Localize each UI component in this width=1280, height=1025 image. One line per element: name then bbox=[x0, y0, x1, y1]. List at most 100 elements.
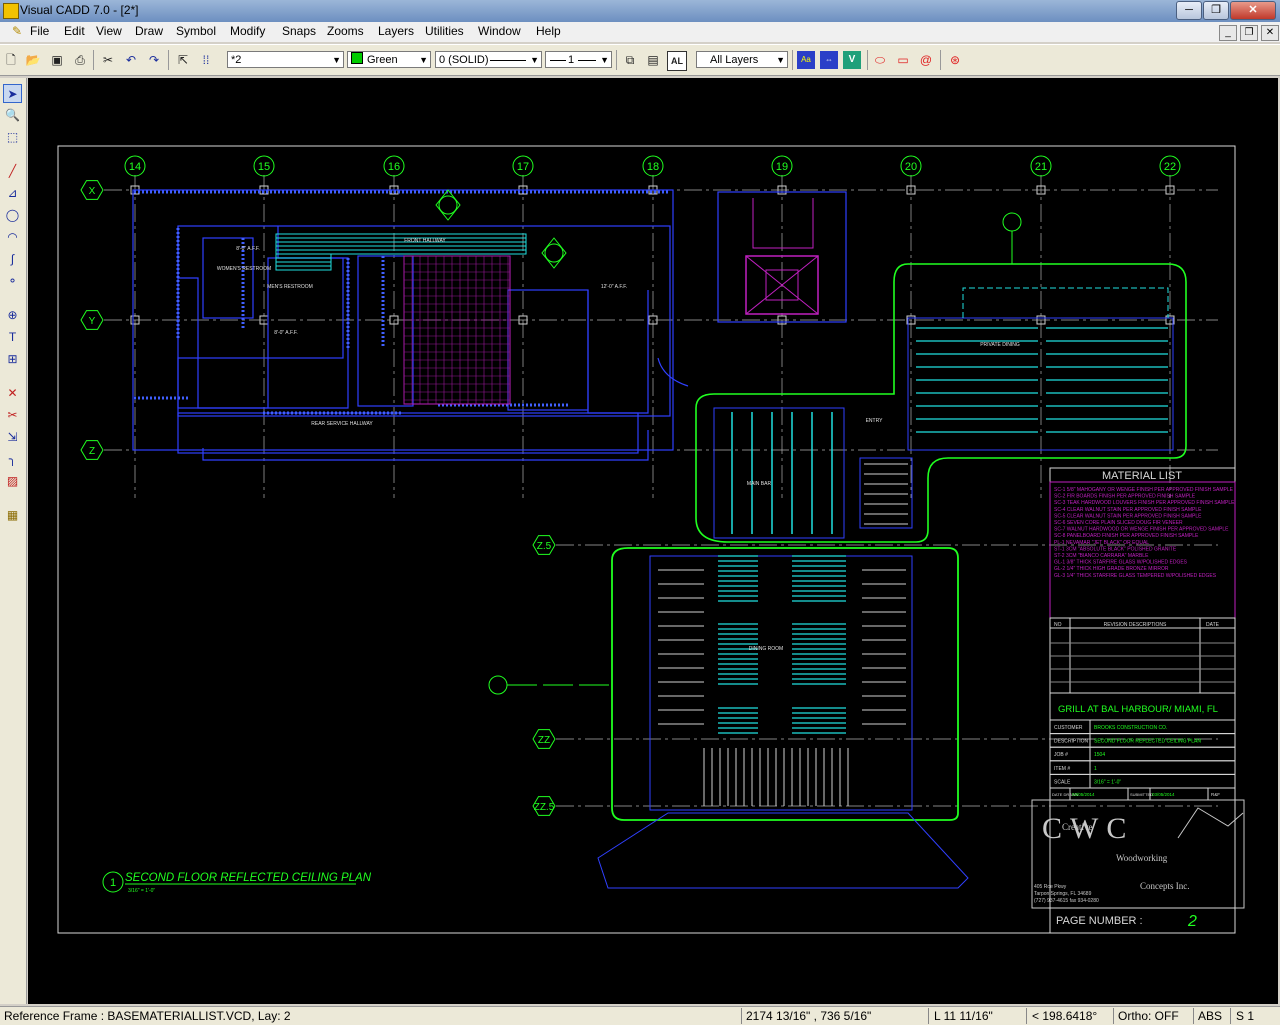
select-icon[interactable]: ⇱ bbox=[174, 51, 192, 69]
multi-line-icon[interactable]: ⊿ bbox=[3, 184, 22, 203]
grid-col-label: 15 bbox=[258, 161, 270, 173]
color-select[interactable]: Green ▼ bbox=[347, 51, 431, 68]
grid-row-label: ZZ bbox=[538, 735, 550, 746]
title-block-value: 1504 bbox=[1094, 752, 1105, 758]
date-drawn: 03/05/2014 bbox=[1072, 792, 1095, 797]
all-layers-icon[interactable]: AL bbox=[667, 51, 687, 71]
hatch-icon[interactable]: ▨ bbox=[3, 472, 22, 491]
zoom-window-icon[interactable]: ⬚ bbox=[3, 128, 22, 147]
grid-col-label: 17 bbox=[517, 161, 529, 173]
menu-zooms[interactable]: Zooms bbox=[325, 24, 366, 38]
text-style-icon[interactable]: Aa bbox=[797, 51, 815, 69]
verify-icon[interactable]: V bbox=[843, 51, 861, 69]
menu-edit[interactable]: Edit bbox=[62, 24, 87, 38]
section-markers bbox=[435, 189, 1022, 695]
dimension-style-icon[interactable]: ⇔ bbox=[820, 51, 838, 69]
line-type-select[interactable]: 0 (SOLID) ▼ bbox=[435, 51, 542, 68]
app-icon[interactable] bbox=[3, 3, 19, 19]
pointer-icon[interactable]: ➤ bbox=[3, 84, 22, 103]
menu-symbol[interactable]: Symbol bbox=[174, 24, 218, 38]
title-block-value: BROOKS CONSTRUCTION CO. bbox=[1094, 725, 1167, 731]
material-list-item: SC-8 PANELBOARD FINISH PER APPROVED FINI… bbox=[1054, 533, 1199, 539]
circle-icon[interactable]: ⬭ bbox=[871, 51, 889, 69]
ceiling-height-note: 12'-0" A.F.F. bbox=[601, 284, 627, 290]
menu-view[interactable]: View bbox=[94, 24, 124, 38]
text-icon[interactable]: T bbox=[3, 328, 22, 347]
abs-toggle[interactable]: ABS bbox=[1198, 1009, 1222, 1023]
open-folder-icon[interactable]: 📂 bbox=[24, 51, 42, 69]
new-file-icon[interactable]: 🗋 bbox=[2, 51, 20, 69]
fillet-icon[interactable]: ╮ bbox=[3, 450, 22, 469]
chevron-down-icon: ▼ bbox=[776, 55, 785, 65]
properties-icon[interactable]: ▦ bbox=[3, 506, 22, 525]
zoom-icon[interactable]: 🔍 bbox=[3, 106, 22, 125]
room-label-main-bar: MAIN BAR bbox=[747, 481, 772, 487]
mdi-restore-button[interactable]: ❐ bbox=[1240, 25, 1258, 41]
cut-icon[interactable]: ✂ bbox=[99, 51, 117, 69]
grid-row-label: ZZ.5 bbox=[534, 802, 555, 813]
grid-col-label: 14 bbox=[129, 161, 141, 173]
revisions-col-no: NO bbox=[1054, 622, 1062, 628]
menu-draw[interactable]: Draw bbox=[133, 24, 165, 38]
menu-snaps[interactable]: Snaps bbox=[280, 24, 318, 38]
move-icon[interactable]: ⇲ bbox=[3, 428, 22, 447]
material-list-item: ST-1 3CM "ABSOLUTE BLACK" POLISHED GRANI… bbox=[1054, 546, 1177, 552]
layers-filter-select[interactable]: All Layers ▼ bbox=[696, 51, 788, 68]
arc-icon[interactable]: ◠ bbox=[3, 228, 22, 247]
material-list-heading: MATERIAL LIST bbox=[1102, 470, 1182, 482]
status-bar: Reference Frame : BASEMATERIALLIST.VCD, … bbox=[0, 1006, 1280, 1025]
rectangle-icon[interactable]: ▭ bbox=[894, 51, 912, 69]
grid-row-label: Z bbox=[89, 446, 95, 457]
mdi-minimize-button[interactable]: _ bbox=[1219, 25, 1237, 41]
room-label-entry: ENTRY bbox=[866, 418, 884, 424]
menu-utilities[interactable]: Utilities bbox=[423, 24, 466, 38]
snap-status[interactable]: S 1 bbox=[1236, 1009, 1254, 1023]
print-icon[interactable]: ⎙ bbox=[71, 51, 89, 69]
curve-icon[interactable]: ∫ bbox=[3, 250, 22, 269]
mdi-close-button[interactable]: ✕ bbox=[1261, 25, 1279, 41]
room-label-private-dining: PRIVATE DINING bbox=[980, 342, 1020, 348]
dimension-icon[interactable]: ⊞ bbox=[3, 350, 22, 369]
spiral-icon[interactable]: @ bbox=[917, 51, 935, 69]
menu-window[interactable]: Window bbox=[476, 24, 523, 38]
title-block: MATERIAL LIST SC-1 5/8" MAHOGANY OR WENG… bbox=[1031, 467, 1245, 934]
logo-line-woodworking: Woodworking bbox=[1116, 853, 1168, 863]
minimize-button[interactable]: ─ bbox=[1176, 1, 1202, 20]
plan-title-block: 1 SECOND FLOOR REFLECTED CEILING PLAN 3/… bbox=[102, 871, 372, 894]
grid-row-label: Z.5 bbox=[537, 541, 552, 552]
ortho-toggle[interactable]: Ortho: OFF bbox=[1118, 1009, 1179, 1023]
line-width-select[interactable]: 1 ▼ bbox=[545, 51, 612, 68]
front-hallway-ceiling bbox=[275, 233, 527, 271]
coordinate-readout: 2174 13/16" , 736 5/16" bbox=[746, 1009, 872, 1023]
line-icon[interactable]: ╱ bbox=[3, 162, 22, 181]
layer-properties-icon[interactable]: ▤ bbox=[644, 51, 662, 69]
target-icon[interactable]: ⊛ bbox=[946, 51, 964, 69]
logo-line-creative: Creative bbox=[1062, 822, 1093, 832]
layer-select[interactable]: *2 ▼ bbox=[227, 51, 344, 68]
project-title: GRILL AT BAL HARBOUR/ MIAMI, FL bbox=[1058, 704, 1218, 715]
layer-manager-icon[interactable]: ⧉ bbox=[621, 51, 639, 69]
save-icon[interactable]: ▣ bbox=[48, 51, 66, 69]
drawing-canvas[interactable]: 14 15 16 17 18 19 20 21 22 X Y Z Z.5 ZZ ZZ.5 bbox=[28, 78, 1278, 1004]
menu-modify[interactable]: Modify bbox=[228, 24, 267, 38]
menu-file[interactable]: File bbox=[28, 24, 51, 38]
trim-icon[interactable]: ✕ bbox=[3, 384, 22, 403]
menu-bar: ✎ File Edit View Draw Symbol Modify Snap… bbox=[0, 22, 1280, 42]
snap-icon[interactable]: ⊕ bbox=[3, 306, 22, 325]
circle-icon[interactable]: ◯ bbox=[3, 206, 22, 225]
close-button[interactable]: ✕ bbox=[1230, 1, 1276, 20]
restore-button[interactable]: ❐ bbox=[1203, 1, 1229, 20]
logo-address: 405 Roe Pkwy bbox=[1034, 884, 1067, 890]
undo-icon[interactable]: ↶ bbox=[122, 51, 140, 69]
title-block-value: 3/16" = 1'-0" bbox=[1094, 779, 1121, 785]
material-list-item: SC-7 WALNUT HARDWOOD OR WENGE FINISH PER… bbox=[1054, 527, 1229, 533]
submitted-label: SUBMITTED bbox=[1130, 792, 1153, 797]
break-icon[interactable]: ✂ bbox=[3, 406, 22, 425]
point-icon[interactable]: ⚬ bbox=[3, 272, 22, 291]
document-icon[interactable]: ✎ bbox=[10, 24, 24, 38]
grid-snap-icon[interactable]: ⁞⁞ bbox=[197, 51, 215, 69]
menu-help[interactable]: Help bbox=[534, 24, 563, 38]
menu-layers[interactable]: Layers bbox=[376, 24, 416, 38]
redo-icon[interactable]: ↷ bbox=[145, 51, 163, 69]
reference-frame-status: Reference Frame : BASEMATERIALLIST.VCD, … bbox=[4, 1009, 291, 1023]
